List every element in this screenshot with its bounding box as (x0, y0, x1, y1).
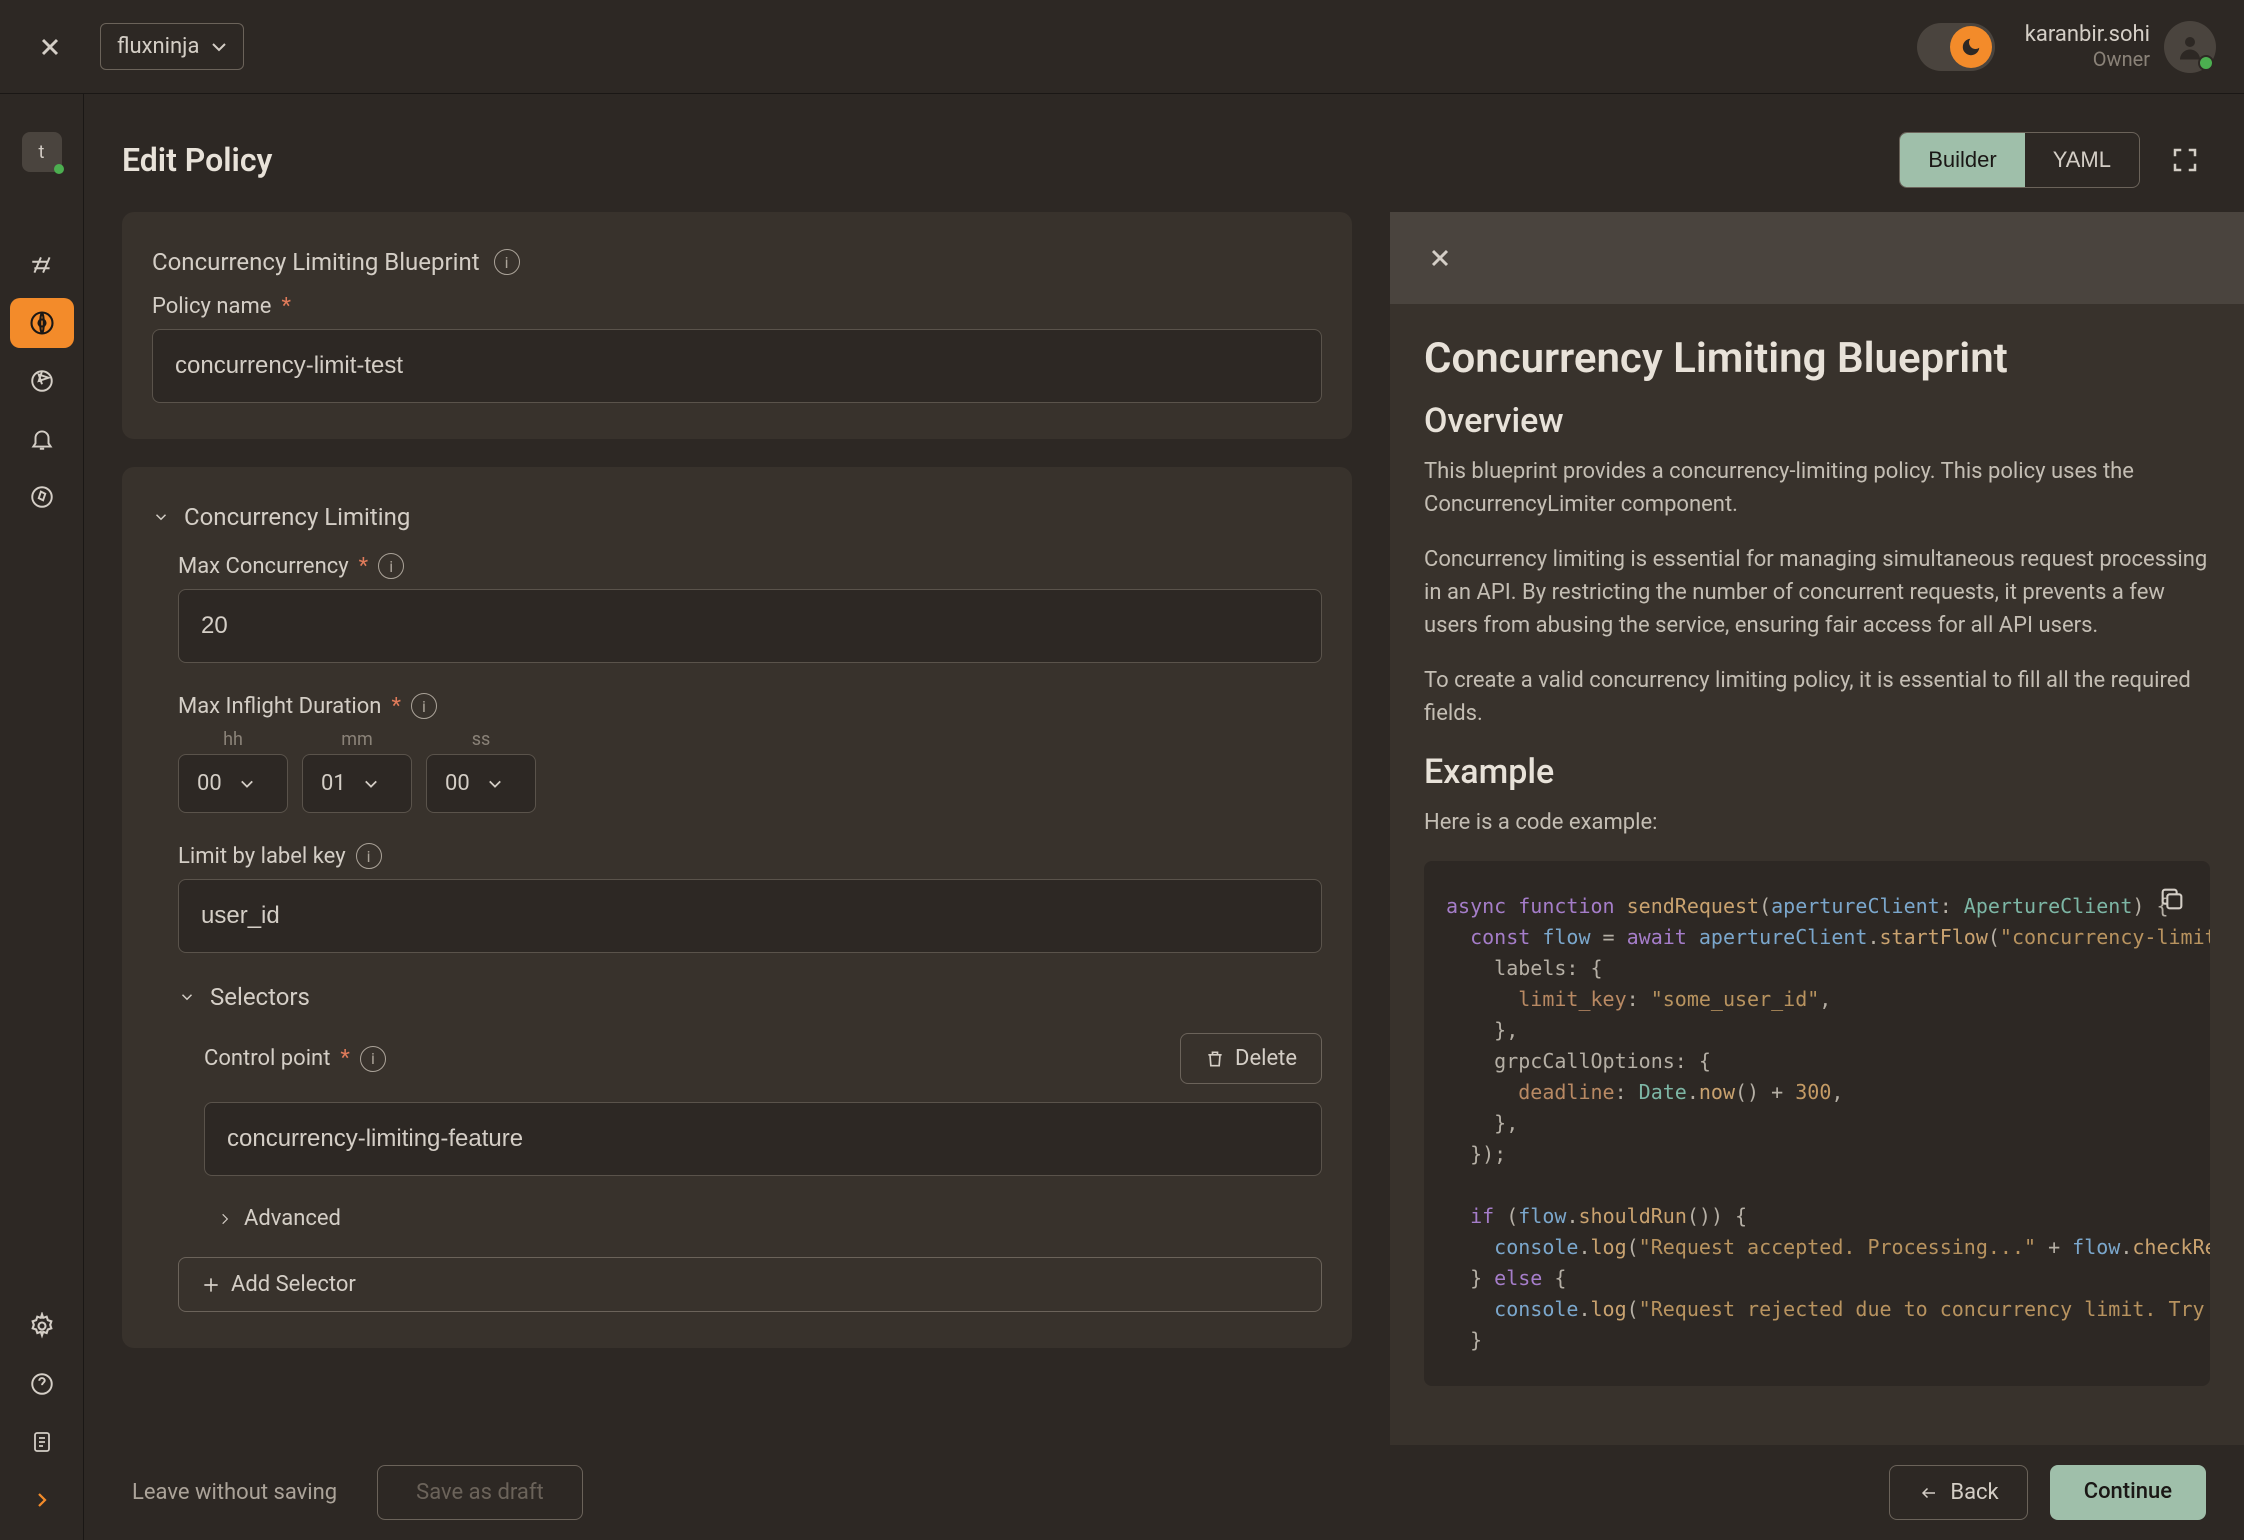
info-icon[interactable]: i (378, 553, 404, 579)
section-concurrency-toggle[interactable]: Concurrency Limiting (152, 503, 1322, 531)
selectors-label: Selectors (210, 983, 310, 1011)
doc-title: Concurrency Limiting Blueprint (1424, 334, 2210, 383)
doc-overview-heading: Overview (1424, 401, 2210, 441)
chevron-right-icon (218, 1210, 232, 1228)
chevron-down-icon (488, 779, 502, 789)
back-button[interactable]: Back (1889, 1465, 2027, 1520)
code-example: async function sendRequest(apertureClien… (1424, 861, 2210, 1386)
user-name: karanbir.sohi (2025, 22, 2150, 47)
arrow-left-icon (1918, 1484, 1940, 1502)
info-icon[interactable]: i (411, 693, 437, 719)
person-icon (2175, 32, 2205, 62)
nav-icon-1[interactable] (10, 240, 74, 290)
doc-paragraph: To create a valid concurrency limiting p… (1424, 664, 2210, 730)
limit-by-label: Limit by label key (178, 844, 346, 869)
max-inflight-label: Max Inflight Duration (178, 694, 381, 719)
page-title: Edit Policy (122, 141, 272, 179)
policy-name-input[interactable] (152, 329, 1322, 403)
info-icon[interactable]: i (494, 249, 520, 275)
chevron-down-icon (178, 988, 196, 1006)
nav-icon-alerts[interactable] (10, 414, 74, 464)
selectors-toggle[interactable]: Selectors (178, 983, 1322, 1011)
hh-label: hh (223, 729, 243, 750)
doc-close-button[interactable] (1420, 238, 1460, 278)
chevron-down-icon (240, 779, 254, 789)
copy-code-button[interactable] (2158, 885, 2186, 913)
ss-label: ss (472, 729, 491, 750)
chevron-down-icon (364, 779, 378, 789)
section-concurrency-label: Concurrency Limiting (184, 503, 410, 531)
chevron-down-icon (211, 42, 227, 52)
max-concurrency-label: Max Concurrency (178, 554, 349, 579)
tab-yaml[interactable]: YAML (2025, 133, 2139, 187)
max-concurrency-input[interactable] (178, 589, 1322, 663)
control-point-label: Control point (204, 1046, 330, 1071)
user-menu[interactable]: karanbir.sohi Owner (2025, 21, 2216, 73)
delete-selector-button[interactable]: Delete (1180, 1033, 1322, 1084)
info-icon[interactable]: i (360, 1046, 386, 1072)
mm-label: mm (341, 729, 373, 750)
limit-by-input[interactable] (178, 879, 1322, 953)
doc-paragraph: This blueprint provides a concurrency-li… (1424, 455, 2210, 521)
advanced-toggle[interactable]: Advanced (204, 1206, 1322, 1231)
doc-example-intro: Here is a code example: (1424, 806, 2210, 839)
nav-icon-explore[interactable] (10, 472, 74, 522)
copy-icon (2158, 885, 2186, 913)
blueprint-label: Concurrency Limiting Blueprint (152, 248, 480, 276)
info-icon[interactable]: i (356, 843, 382, 869)
continue-button[interactable]: Continue (2050, 1465, 2206, 1520)
control-point-input[interactable] (204, 1102, 1322, 1176)
policy-name-label: Policy name (152, 294, 271, 319)
tab-builder[interactable]: Builder (1900, 133, 2024, 187)
avatar (2164, 21, 2216, 73)
doc-example-heading: Example (1424, 752, 2210, 792)
leave-button[interactable]: Leave without saving (122, 1466, 347, 1519)
nav-help[interactable] (10, 1359, 74, 1409)
project-name: fluxninja (117, 34, 199, 59)
fullscreen-button[interactable] (2164, 139, 2206, 181)
chevron-down-icon (152, 508, 170, 526)
project-badge[interactable]: t (22, 132, 62, 172)
moon-icon (1960, 36, 1982, 58)
theme-toggle[interactable] (1917, 23, 1995, 71)
hh-select[interactable]: 00 (178, 754, 288, 813)
mm-select[interactable]: 01 (302, 754, 412, 813)
close-button[interactable] (28, 25, 72, 69)
view-tabs: Builder YAML (1899, 132, 2140, 188)
nav-docs[interactable] (10, 1417, 74, 1467)
trash-icon (1205, 1048, 1225, 1070)
nav-icon-policies[interactable] (10, 298, 74, 348)
add-selector-button[interactable]: Add Selector (178, 1257, 1322, 1312)
nav-settings[interactable] (10, 1301, 74, 1351)
user-role: Owner (2025, 47, 2150, 71)
nav-icon-3[interactable] (10, 356, 74, 406)
doc-paragraph: Concurrency limiting is essential for ma… (1424, 543, 2210, 642)
project-dropdown[interactable]: fluxninja (100, 23, 244, 70)
ss-select[interactable]: 00 (426, 754, 536, 813)
nav-collapse[interactable] (10, 1475, 74, 1525)
plus-icon (201, 1275, 221, 1295)
save-draft-button[interactable]: Save as draft (377, 1465, 583, 1520)
